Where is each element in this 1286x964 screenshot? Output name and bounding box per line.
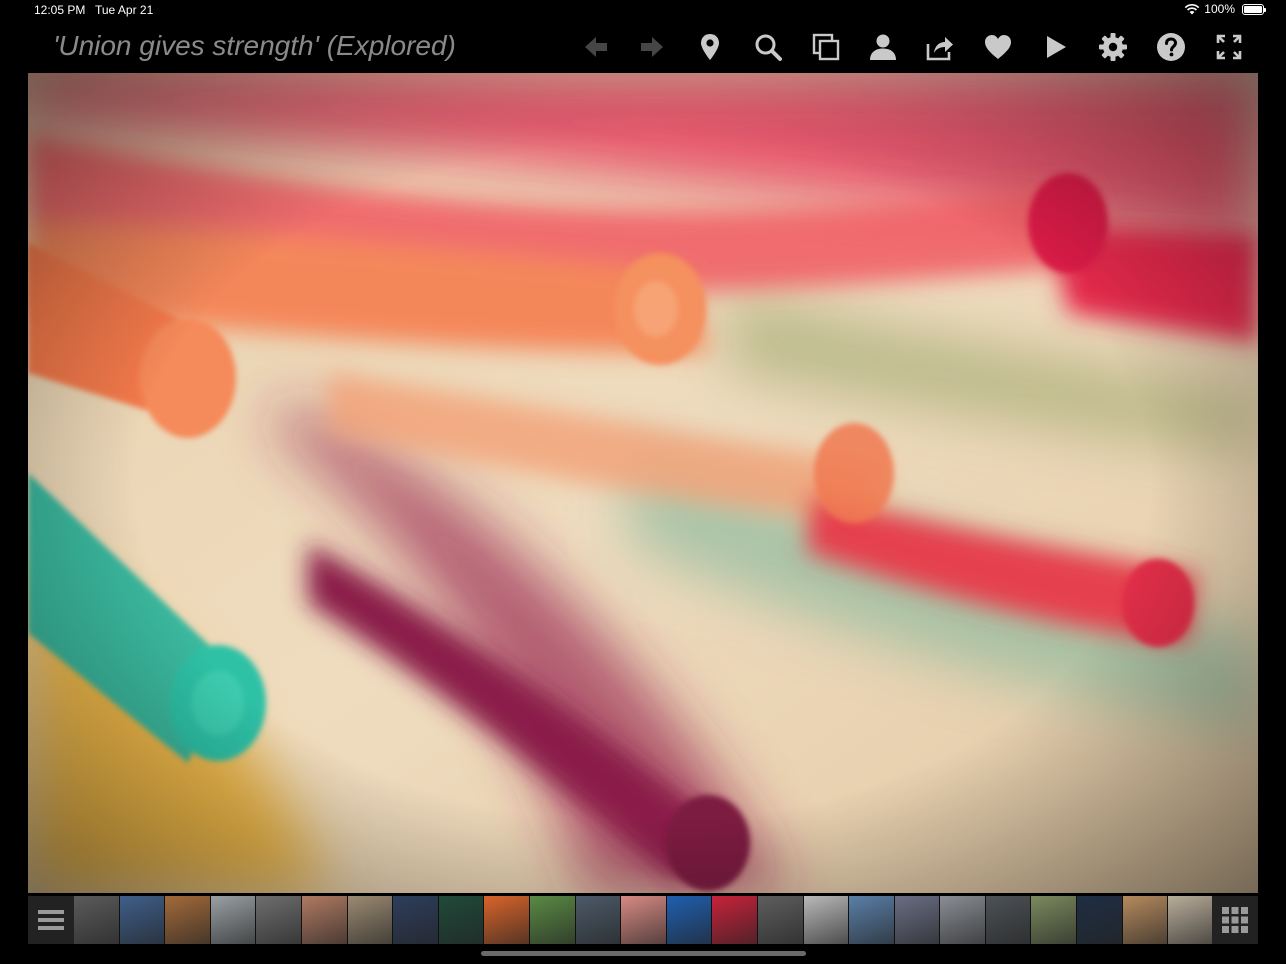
forward-arrow-icon — [641, 37, 663, 57]
heart-icon — [985, 35, 1011, 59]
grid-icon — [1222, 907, 1248, 933]
filmstrip — [28, 896, 1258, 944]
settings-button[interactable] — [1095, 29, 1131, 65]
fullscreen-icon — [1216, 34, 1242, 60]
thumbnail[interactable] — [1031, 896, 1078, 944]
map-pin-icon — [701, 34, 719, 60]
thumbnail[interactable] — [849, 896, 895, 944]
forward-button[interactable] — [634, 29, 670, 65]
thumbnail[interactable] — [575, 896, 622, 944]
copy-button[interactable] — [808, 29, 844, 65]
wifi-icon — [1184, 3, 1200, 15]
thumbnail[interactable] — [666, 896, 713, 944]
thumbnail[interactable] — [894, 896, 941, 944]
status-time: 12:05 PM — [34, 3, 86, 17]
thumbnail[interactable] — [210, 896, 257, 944]
status-indicators: 100% — [1184, 2, 1266, 16]
header: 'Union gives strength' (Explored) — [0, 20, 1286, 73]
fullscreen-button[interactable] — [1211, 29, 1247, 65]
thumbnail[interactable] — [803, 896, 850, 944]
thumbnail[interactable] — [1122, 896, 1169, 944]
help-button[interactable] — [1153, 29, 1189, 65]
toolbar — [0, 20, 1286, 73]
thumbnail[interactable] — [940, 896, 986, 944]
location-button[interactable] — [692, 29, 728, 65]
thumbnail[interactable] — [165, 896, 211, 944]
battery-icon — [1242, 3, 1266, 15]
thumbnail[interactable] — [301, 896, 348, 944]
thumbnail[interactable] — [712, 896, 758, 944]
photo-image — [28, 73, 1258, 893]
search-button[interactable] — [750, 29, 786, 65]
thumbnail[interactable] — [985, 896, 1032, 944]
main-photo[interactable] — [28, 73, 1258, 893]
user-icon — [870, 34, 896, 60]
battery-percent: 100% — [1204, 2, 1235, 16]
grid-button[interactable] — [1212, 896, 1258, 944]
list-button[interactable] — [28, 896, 74, 944]
list-icon — [38, 910, 64, 930]
share-icon — [926, 37, 953, 61]
thumbnail[interactable] — [438, 896, 485, 944]
status-date: Tue Apr 21 — [95, 3, 154, 17]
search-icon — [755, 34, 782, 61]
thumbnail[interactable] — [621, 896, 667, 944]
thumbnail[interactable] — [757, 896, 804, 944]
thumbnail[interactable] — [119, 896, 166, 944]
share-button[interactable] — [922, 29, 958, 65]
thumbnail[interactable] — [529, 896, 576, 944]
home-indicator[interactable] — [481, 951, 806, 956]
back-button[interactable] — [578, 29, 614, 65]
status-bar: 12:05 PM Tue Apr 21 100% — [0, 0, 1286, 20]
help-icon — [1157, 33, 1185, 61]
play-icon — [1047, 36, 1066, 58]
favorite-button[interactable] — [980, 29, 1016, 65]
copy-icon — [812, 33, 840, 61]
thumbnail[interactable] — [347, 896, 394, 944]
back-arrow-icon — [585, 37, 607, 57]
user-button[interactable] — [865, 29, 901, 65]
thumbnail[interactable] — [256, 896, 302, 944]
slideshow-button[interactable] — [1037, 29, 1073, 65]
thumbnail[interactable] — [74, 896, 120, 944]
thumbnail-strip — [74, 896, 1212, 944]
thumbnail[interactable] — [484, 896, 530, 944]
gear-icon — [1099, 33, 1127, 61]
thumbnail[interactable] — [1168, 896, 1212, 944]
thumbnail[interactable] — [393, 896, 439, 944]
thumbnail[interactable] — [1077, 896, 1123, 944]
